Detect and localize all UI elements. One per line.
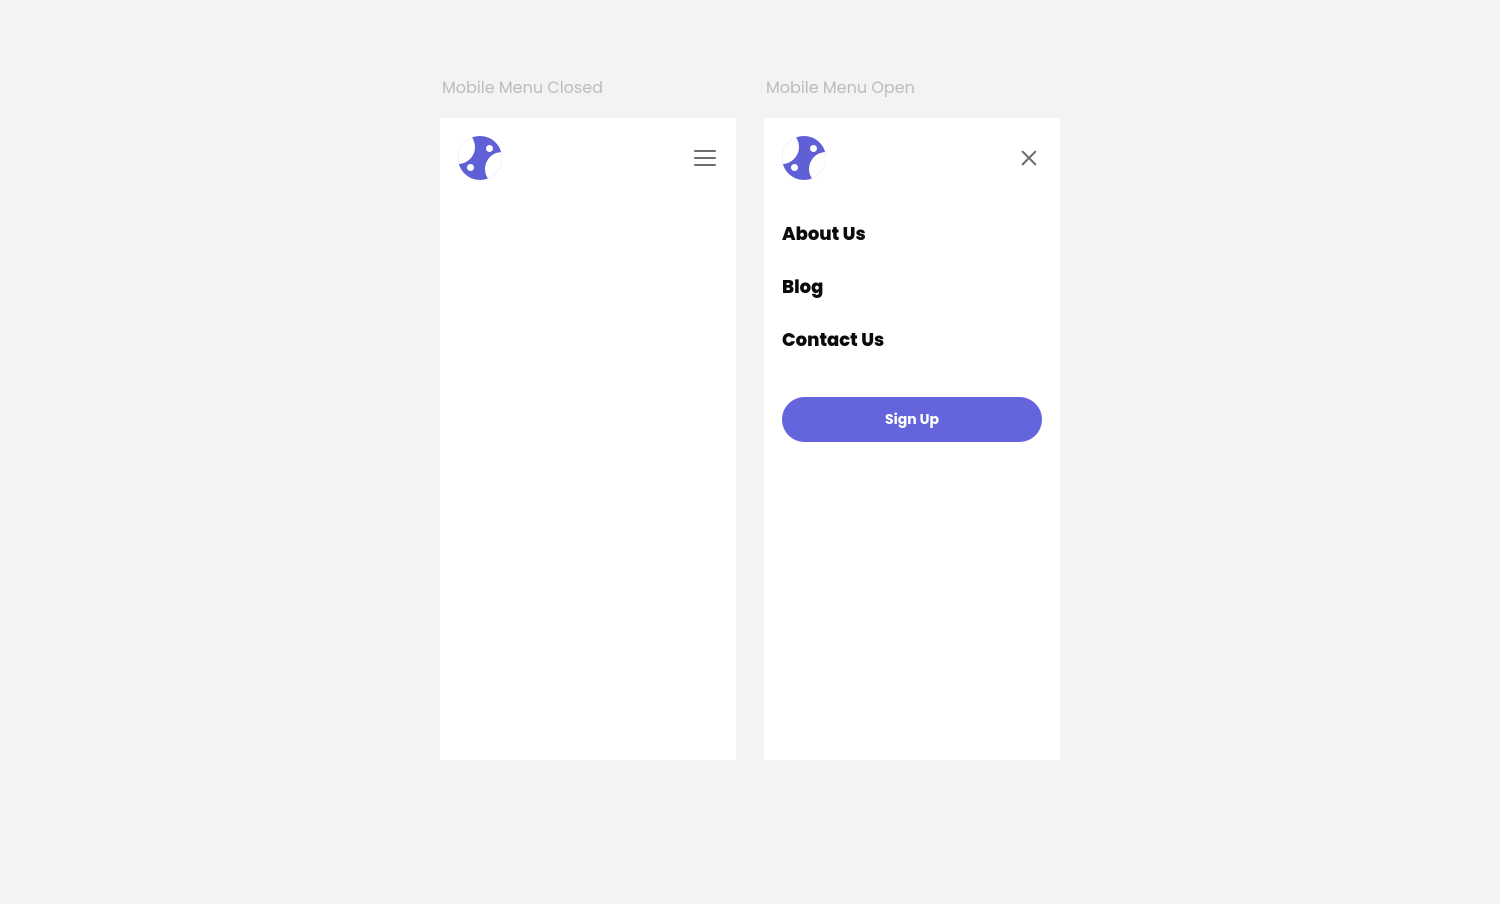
mobile-menu: About Us Blog Contact Us Sign Up — [782, 180, 1042, 442]
open-menu-button[interactable] — [692, 145, 718, 171]
logo-icon[interactable] — [782, 136, 826, 180]
menu-item-blog[interactable]: Blog — [782, 261, 1042, 314]
panel-open: Mobile Menu Open About Us Blog Contact U… — [764, 75, 1060, 904]
logo-icon[interactable] — [458, 136, 502, 180]
header-open — [782, 136, 1042, 180]
sign-up-button[interactable]: Sign Up — [782, 397, 1042, 442]
panel-closed: Mobile Menu Closed — [440, 75, 736, 904]
menu-item-contact-us[interactable]: Contact Us — [782, 314, 1042, 367]
menu-item-about-us[interactable]: About Us — [782, 208, 1042, 261]
close-menu-button[interactable] — [1016, 145, 1042, 171]
panel-open-label: Mobile Menu Open — [764, 75, 1060, 100]
device-open: About Us Blog Contact Us Sign Up — [764, 118, 1060, 760]
hamburger-icon — [694, 150, 716, 166]
close-icon — [1020, 149, 1038, 167]
panel-closed-label: Mobile Menu Closed — [440, 75, 736, 100]
device-closed — [440, 118, 736, 760]
header-closed — [458, 136, 718, 180]
